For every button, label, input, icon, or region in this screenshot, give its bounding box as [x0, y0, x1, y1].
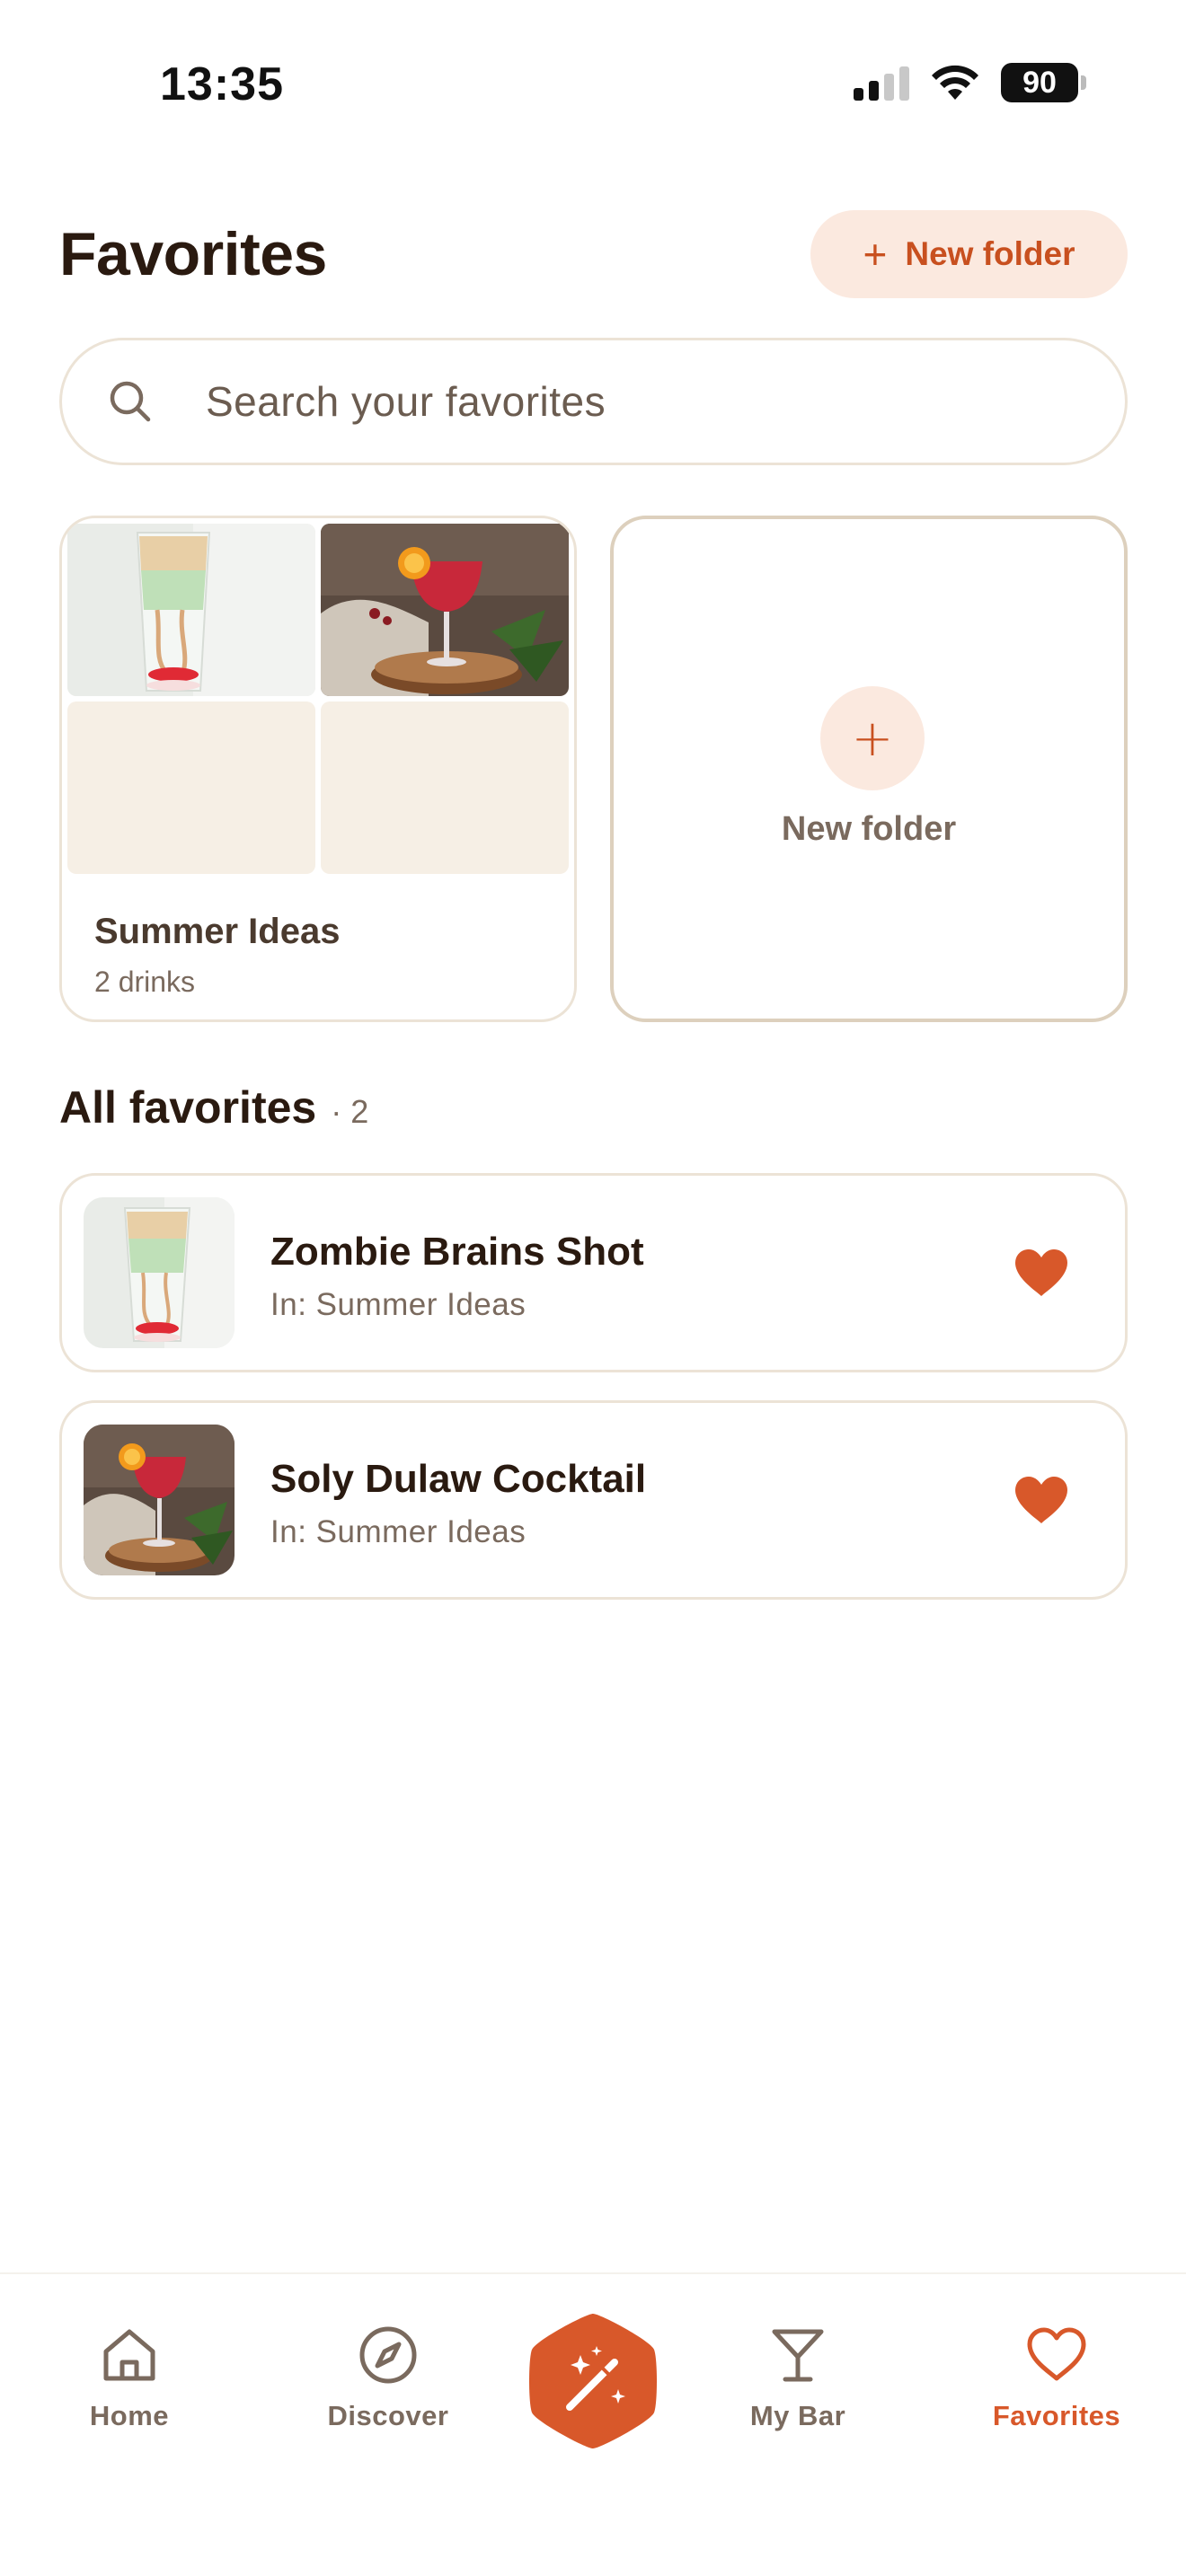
nav-label: My Bar	[749, 2400, 846, 2431]
plus-icon: +	[863, 231, 888, 278]
nav-item-discover[interactable]: Discover	[298, 2323, 478, 2432]
folder-drink-count: 2 drinks	[94, 966, 196, 998]
drink-name: Zombie Brains Shot	[270, 1230, 644, 1274]
nav-item-my-bar[interactable]: My Bar	[708, 2323, 888, 2432]
nav-label: Home	[89, 2400, 170, 2431]
drink-folder: In: Summer Ideas	[270, 1514, 527, 1549]
favorite-item[interactable]: Soly Dulaw Cocktail In: Summer Ideas	[59, 1400, 1128, 1600]
heart-filled-icon[interactable]	[1013, 1475, 1069, 1525]
folder-name: Summer Ideas	[94, 912, 341, 951]
wifi-icon	[932, 65, 978, 100]
favorite-item[interactable]: Zombie Brains Shot In: Summer Ideas	[59, 1173, 1128, 1372]
compass-icon	[359, 2326, 417, 2384]
battery-icon: 90	[1001, 63, 1086, 102]
new-folder-card[interactable]: + New folder	[610, 516, 1128, 1022]
status-bar: 13:35 90	[0, 0, 1186, 171]
heart-icon	[1027, 2327, 1086, 2381]
new-folder-button-label: New folder	[905, 235, 1075, 272]
all-favorites-header: All favorites · 2	[59, 1081, 368, 1134]
folder-card-summer-ideas[interactable]: Summer Ideas 2 drinks	[59, 516, 577, 1022]
magic-create-button[interactable]	[525, 2308, 661, 2454]
plus-icon: +	[820, 686, 925, 790]
search-icon	[110, 381, 151, 422]
drink-thumbnail	[84, 1197, 235, 1348]
page-title: Favorites	[59, 220, 327, 288]
favorites-count: · 2	[331, 1093, 369, 1130]
drink-thumbnail-zombie-brains-shot	[67, 524, 315, 696]
magic-wand-icon	[529, 2314, 657, 2448]
status-icons: 90	[854, 63, 1086, 102]
search-bar[interactable]	[59, 338, 1128, 465]
home-icon	[103, 2329, 155, 2381]
cocktail-glass-icon	[772, 2329, 824, 2382]
new-folder-button[interactable]: + New folder	[810, 210, 1128, 298]
nav-label: Discover	[327, 2400, 449, 2431]
heart-filled-icon[interactable]	[1013, 1248, 1069, 1298]
nav-item-home[interactable]: Home	[40, 2323, 219, 2432]
nav-label: Favorites	[992, 2400, 1121, 2431]
battery-level: 90	[1022, 65, 1057, 100]
drink-thumbnail	[84, 1425, 235, 1575]
section-title: All favorites	[59, 1082, 317, 1133]
new-folder-card-label: New folder	[781, 810, 957, 848]
cellular-signal-icon	[854, 65, 909, 101]
empty-tile	[321, 701, 569, 874]
folder-preview-grid	[67, 524, 569, 874]
status-time: 13:35	[160, 58, 284, 110]
empty-tile	[67, 701, 315, 874]
nav-item-favorites[interactable]: Favorites	[967, 2323, 1146, 2432]
bottom-navigation: Home Discover My Bar Favorites	[0, 2272, 1186, 2576]
drink-name: Soly Dulaw Cocktail	[270, 1457, 647, 1501]
drink-thumbnail-soly-dulaw-cocktail	[321, 524, 569, 696]
drink-folder: In: Summer Ideas	[270, 1287, 527, 1322]
search-input[interactable]	[206, 377, 1014, 426]
